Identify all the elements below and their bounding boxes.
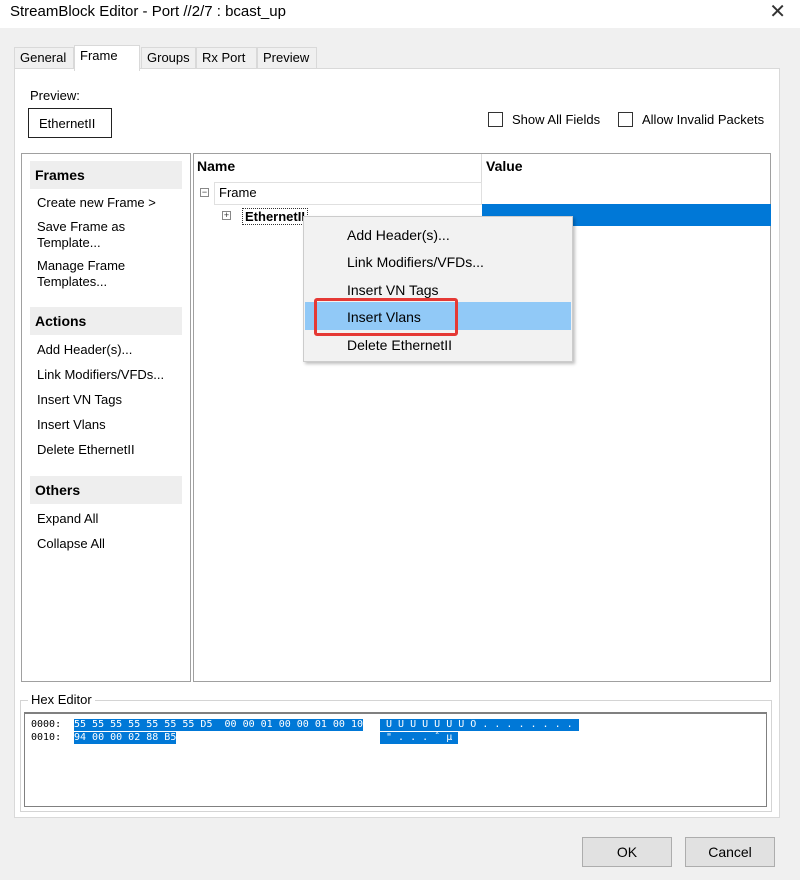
tab-frame[interactable]: Frame [74, 45, 140, 71]
insert-vlans-link[interactable]: Insert Vlans [37, 417, 106, 433]
manage-frame-templates-link[interactable]: Manage Frame Templates... [37, 258, 125, 290]
hex-editor-label: Hex Editor [28, 692, 95, 707]
insert-vn-tags-link[interactable]: Insert VN Tags [37, 392, 122, 408]
tab-general[interactable]: General [14, 47, 74, 69]
hex-bytes-row-1[interactable]: 55 55 55 55 55 55 55 D5 00 00 01 00 00 0… [74, 719, 363, 731]
value-column-header[interactable]: Value [486, 158, 523, 174]
expand-all-link[interactable]: Expand All [37, 511, 98, 527]
checkbox-box[interactable] [488, 111, 503, 127]
title-bar: StreamBlock Editor - Port //2/7 : bcast_… [0, 0, 800, 28]
tree-node-frame[interactable]: Frame [219, 185, 257, 200]
menu-item-link-modifiers[interactable]: Link Modifiers/VFDs... [305, 247, 571, 275]
ok-button[interactable]: OK [582, 837, 672, 867]
actions-section-header: Actions [30, 307, 182, 335]
context-menu: Add Header(s)... Link Modifiers/VFDs... … [303, 216, 573, 362]
hex-editor-area[interactable]: 0000: 55 55 55 55 55 55 55 D5 00 00 01 0… [24, 712, 767, 807]
show-all-fields-checkbox[interactable]: Show All Fields [488, 110, 600, 128]
hex-offset-0000: 0000: [31, 719, 62, 730]
tree-node-ethernetii[interactable]: EthernetII [242, 208, 308, 225]
allow-invalid-packets-checkbox[interactable]: Allow Invalid Packets [618, 110, 764, 128]
others-section-header: Others [30, 476, 182, 504]
link-modifiers-link[interactable]: Link Modifiers/VFDs... [37, 367, 164, 383]
menu-item-add-headers[interactable]: Add Header(s)... [305, 220, 571, 248]
hex-bytes-row-2[interactable]: 94 00 00 02 88 B5 [74, 732, 177, 744]
delete-ethernetii-link[interactable]: Delete EthernetII [37, 442, 135, 458]
ascii-row-1[interactable]: U U U U U U U Õ . . . . . . . . [380, 719, 579, 731]
highlight-callout [314, 298, 458, 336]
name-column-header[interactable]: Name [197, 158, 235, 174]
tab-groups[interactable]: Groups [141, 47, 196, 69]
expand-icon[interactable]: + [222, 211, 231, 220]
preview-label: Preview: [30, 88, 80, 103]
cancel-button[interactable]: Cancel [685, 837, 775, 867]
sidebar-panel: Frames Create new Frame > Save Frame as … [21, 153, 191, 682]
checkbox-box[interactable] [618, 111, 633, 127]
frames-section-header: Frames [30, 161, 182, 189]
collapse-all-link[interactable]: Collapse All [37, 536, 105, 552]
preview-value-box: EthernetII [28, 108, 112, 138]
tab-preview[interactable]: Preview [257, 47, 317, 69]
close-icon[interactable]: ✕ [769, 2, 786, 22]
save-frame-template-link[interactable]: Save Frame as Template... [37, 219, 125, 251]
window-title: StreamBlock Editor - Port //2/7 : bcast_… [10, 3, 286, 20]
tab-rx-port[interactable]: Rx Port [196, 47, 257, 69]
create-new-frame-link[interactable]: Create new Frame > [37, 195, 156, 211]
ascii-row-2[interactable]: " . . . ˆ µ [380, 732, 459, 744]
show-all-fields-label: Show All Fields [512, 111, 601, 127]
collapse-icon[interactable]: − [200, 188, 209, 197]
hex-offset-0010: 0010: [31, 732, 62, 743]
add-headers-link[interactable]: Add Header(s)... [37, 342, 132, 358]
allow-invalid-packets-label: Allow Invalid Packets [642, 111, 765, 127]
